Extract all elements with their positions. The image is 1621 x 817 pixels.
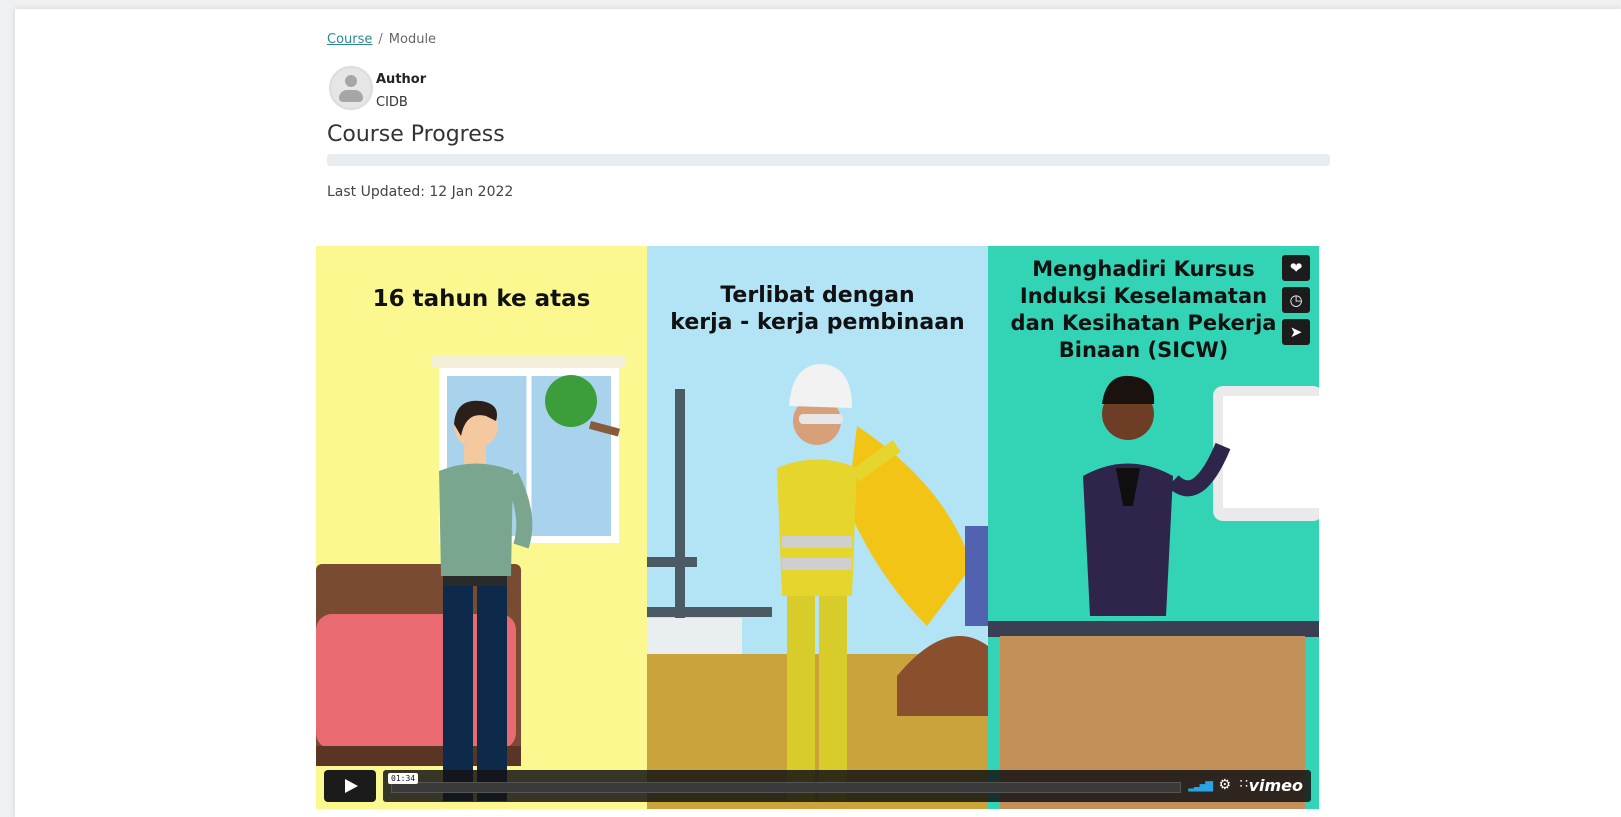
course-progress-bar — [327, 154, 1330, 166]
course-progress-title: Course Progress — [327, 122, 505, 147]
scene-bedroom-illustration — [316, 356, 626, 801]
last-updated: Last Updated: 12 Jan 2022 — [327, 184, 514, 200]
heart-icon[interactable]: ❤ — [1282, 255, 1310, 281]
author-name: CIDB — [376, 95, 408, 110]
volume-icon[interactable]: ▂▃▅▇ — [1188, 781, 1213, 792]
video-panel-construction: Terlibat dengan kerja - kerja pembinaan — [647, 246, 988, 809]
breadcrumb-current: Module — [388, 32, 437, 47]
fullscreen-icon[interactable]: ∷ — [1240, 777, 1248, 792]
clock-icon[interactable]: ◷ — [1282, 287, 1310, 313]
breadcrumb-separator: / — [378, 32, 383, 47]
play-icon — [345, 779, 358, 793]
video-controls: 01:34 ▂▃▅▇ ⚙ ∷ vimeo — [324, 770, 1311, 802]
video-panel-age: 16 tahun ke atas — [316, 246, 647, 809]
video-player[interactable]: 16 tahun ke atas Terlibat dengan kerja -… — [316, 246, 1319, 809]
gear-icon[interactable]: ⚙ — [1218, 777, 1231, 793]
video-time: 01:34 — [388, 773, 419, 784]
breadcrumb: Course / Module — [327, 32, 436, 47]
send-icon[interactable]: ➤ — [1282, 319, 1310, 345]
scene-construction-illustration — [647, 364, 988, 809]
video-controlbar: 01:34 ▂▃▅▇ ⚙ ∷ vimeo — [383, 770, 1311, 802]
video-side-actions: ❤ ◷ ➤ — [1282, 255, 1310, 351]
avatar — [329, 66, 373, 110]
play-button[interactable] — [324, 770, 376, 802]
breadcrumb-course-link[interactable]: Course — [327, 32, 372, 47]
video-scrubber[interactable]: 01:34 — [388, 773, 1181, 793]
scene-presenter-illustration — [988, 375, 1319, 809]
video-panel-course: Menghadiri Kursus Induksi Keselamatan da… — [988, 246, 1319, 809]
author-label: Author — [376, 72, 427, 87]
vimeo-logo[interactable]: vimeo — [1249, 776, 1303, 795]
